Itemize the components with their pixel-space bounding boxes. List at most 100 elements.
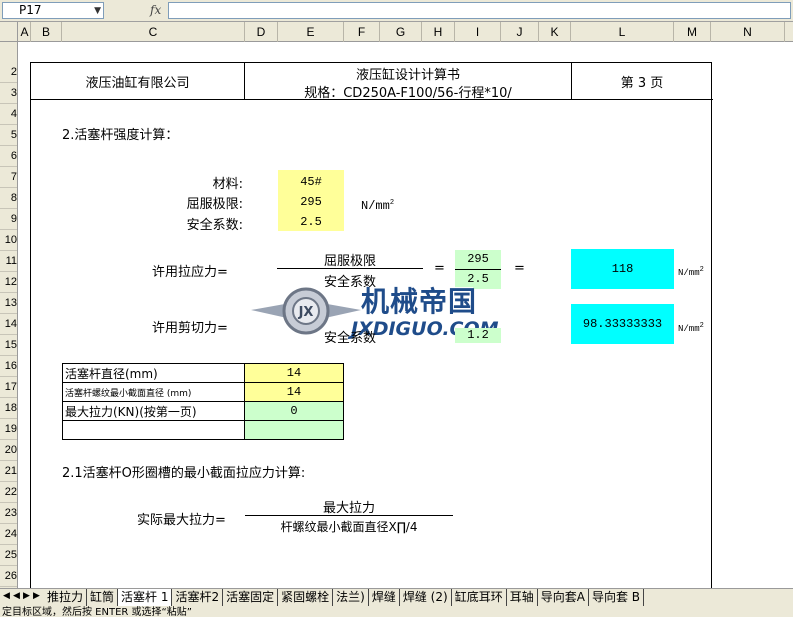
section-title: 2.活塞杆强度计算： [62,128,179,143]
row-header[interactable]: 14 [0,314,17,335]
table-label: 活塞杆螺纹最小截面直径 (mm) [62,382,245,402]
row-header[interactable]: 26 [0,566,17,587]
tensile-numerator: 屈服极限 [323,254,376,269]
shear-denominator: 安全系数 [323,331,376,346]
select-all-corner[interactable] [0,22,18,42]
column-header[interactable]: C [62,22,245,42]
tab-sheet[interactable]: 耳轴 [507,589,538,606]
unit-superscript: 2 [699,322,704,330]
tab-sheet[interactable]: 紧固螺栓 [278,589,334,606]
column-header[interactable]: E [278,22,344,42]
tensile-label: 许用拉应力= [152,265,228,280]
function-icon[interactable]: fx [150,3,161,17]
sheet-tabs-bar: ◀ ◀ ▶ ▶ 推拉力 缸筒 活塞杆 1 活塞杆2 活塞固定 紧固螺栓 法兰) 焊缝 焊缝 (2… [0,588,793,606]
row-header[interactable]: 2 [0,62,17,83]
table-label: 活塞杆直径(mm) [62,363,245,383]
row-header[interactable]: 8 [0,188,17,209]
row-header[interactable]: 15 [0,335,17,356]
tab-sheet[interactable]: 活塞固定 [223,589,279,606]
row-header[interactable]: 18 [0,398,17,419]
formula-bar: P17 ▼ fx [0,0,793,22]
row-header[interactable]: 12 [0,272,17,293]
formula-input[interactable] [168,2,791,19]
row-header[interactable]: 25 [0,545,17,566]
shear-unit: N/mm2 [678,316,704,339]
equals-sign: = [514,261,525,276]
column-header[interactable]: J [501,22,539,42]
row-header[interactable]: 4 [0,104,17,125]
column-header[interactable]: L [571,22,674,42]
empty-value[interactable] [244,420,344,440]
watermark-cn: 机械帝国 [361,285,478,318]
tensile-num-value[interactable]: 295 [455,250,501,269]
rod-diameter-value[interactable]: 14 [244,363,344,383]
tensile-unit: N/mm2 [678,260,704,283]
last-sheet-icon[interactable]: ▶ [33,591,40,601]
row-header[interactable]: 5 [0,125,17,146]
unit-text: N/mm [678,268,700,278]
row-header[interactable]: 24 [0,524,17,545]
row-header[interactable]: 20 [0,440,17,461]
actual-force-numerator: 最大拉力 [322,501,375,516]
chevron-down-icon[interactable]: ▼ [94,4,101,19]
thread-diameter-value[interactable]: 14 [244,382,344,402]
row-header[interactable]: 13 [0,293,17,314]
column-header[interactable]: M [674,22,711,42]
tab-sheet[interactable]: 缸底耳环 [452,589,507,606]
actual-force-denominator: 杆螺纹最小截面直径X∏/4 [280,520,418,534]
row-header[interactable]: 19 [0,419,17,440]
row-header[interactable]: 9 [0,209,17,230]
column-header[interactable]: A [19,22,31,42]
tab-sheet[interactable]: 活塞杆2 [172,589,224,606]
safety-value[interactable]: 2.5 [278,212,344,232]
name-box[interactable]: P17 ▼ [2,2,104,19]
logo-text: JX [298,305,314,320]
table-label [62,420,245,440]
fraction-bar [245,515,453,516]
tab-sheet[interactable]: 焊缝 (2) [400,589,452,606]
column-header[interactable]: N [711,22,785,42]
row-header[interactable]: 22 [0,482,17,503]
tab-sheet[interactable]: 焊缝 [369,589,400,606]
prev-sheet-icon[interactable]: ◀ [13,591,20,601]
first-sheet-icon[interactable]: ◀ [3,591,10,601]
equals-sign: = [434,261,445,276]
column-header[interactable]: D [245,22,278,42]
yield-value[interactable]: 295 [278,192,344,212]
table-row: 活塞杆螺纹最小截面直径 (mm) 14 [62,382,344,402]
column-header[interactable]: K [539,22,571,42]
shear-den-value[interactable]: 1.2 [455,328,501,343]
row-header[interactable]: 21 [0,461,17,482]
tab-sheet[interactable]: 导向套 B [589,589,644,606]
row-header[interactable]: 6 [0,146,17,167]
row-header[interactable]: 16 [0,356,17,377]
next-sheet-icon[interactable]: ▶ [23,591,30,601]
tab-sheet[interactable]: 导向套A [538,589,589,606]
tab-sheet[interactable]: 推拉力 [44,589,88,606]
tab-sheet[interactable]: 缸筒 [87,589,119,606]
row-header[interactable]: 11 [0,251,17,272]
worksheet[interactable]: 液压油缸有限公司 液压缸设计计算书 规格：CD250A-F100/56-行程*1… [19,42,793,588]
unit-text: N/mm [361,199,390,213]
row-header[interactable]: 17 [0,377,17,398]
column-header[interactable]: G [380,22,422,42]
row-header[interactable]: 10 [0,230,17,251]
unit-superscript: 2 [389,199,395,207]
row-header[interactable]: 3 [0,83,17,104]
material-value[interactable]: 45# [278,172,344,192]
row-header[interactable]: 23 [0,503,17,524]
column-header[interactable]: I [455,22,501,42]
tab-sheet[interactable]: 法兰) [333,589,369,606]
column-header[interactable]: H [422,22,455,42]
row-header[interactable]: 7 [0,167,17,188]
tab-sheet-active[interactable]: 活塞杆 1 [118,589,173,606]
tensile-result[interactable]: 118 [571,249,674,289]
unit-text: N/mm [678,324,700,334]
unit-superscript: 2 [699,266,704,274]
shear-result[interactable]: 98.33333333 [571,304,674,344]
row-headers: 2 3 4 5 6 7 8 9 10 11 12 13 14 15 16 17 … [0,42,18,588]
column-header[interactable]: F [344,22,380,42]
column-header[interactable]: B [31,22,62,42]
rod-parameters-table: 活塞杆直径(mm) 14 活塞杆螺纹最小截面直径 (mm) 14 最大拉力(KN… [62,363,344,440]
max-force-value[interactable]: 0 [244,401,344,421]
